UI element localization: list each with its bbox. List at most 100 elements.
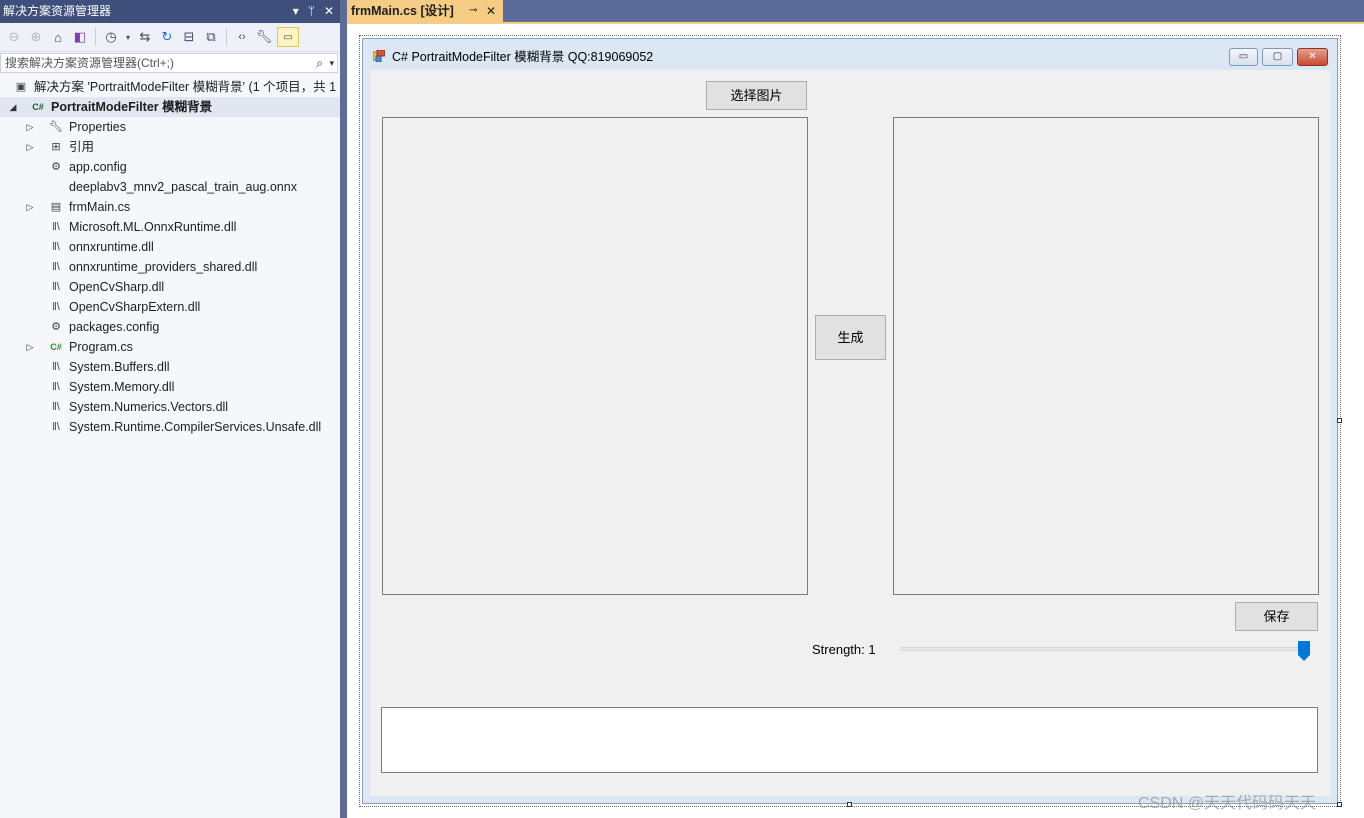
home-icon[interactable]: ⌂ (49, 27, 67, 47)
tree-item[interactable]: ‖\ onnxruntime.dll (0, 237, 340, 257)
tree-item[interactable]: ‖\ Microsoft.ML.OnnxRuntime.dll (0, 217, 340, 237)
form-icon: ▤ (50, 201, 62, 213)
strength-label: Strength: 1 (812, 642, 876, 657)
tree-item-label: onnxruntime.dll (69, 240, 154, 254)
tree-item-label: Properties (69, 120, 126, 134)
strength-slider-thumb[interactable] (1298, 641, 1310, 661)
library-icon: ‖\ (52, 301, 60, 313)
sync-icon[interactable]: ⇆ (136, 27, 154, 47)
csharp-file-icon: C# (50, 342, 62, 352)
csharp-project-icon: C# (32, 102, 44, 112)
form-title: C# PortraitModeFilter 模糊背景 QQ:819069052 (392, 50, 654, 64)
solution-explorer-title-bar: 解决方案资源管理器 ▾ ᛘ ✕ (0, 0, 340, 23)
refresh-icon[interactable]: ↻ (158, 27, 176, 47)
window-position-dropdown-icon[interactable]: ▾ (293, 0, 299, 23)
search-input[interactable]: 搜索解决方案资源管理器(Ctrl+;) ⌕ ▾ (0, 53, 338, 73)
tree-item[interactable]: ⚙ packages.config (0, 317, 340, 337)
tree-item-label: PortraitModeFilter 模糊背景 (51, 100, 213, 114)
tree-item-label: packages.config (69, 320, 160, 334)
close-icon[interactable]: ✕ (486, 0, 496, 22)
collapse-icon[interactable]: ⊟ (180, 27, 198, 47)
collapse-arrow-icon[interactable]: ◢ (8, 97, 18, 117)
expand-arrow-icon[interactable]: ▷ (25, 197, 35, 217)
history-icon[interactable]: ◷ (102, 27, 120, 47)
tree-item[interactable]: deeplabv3_mnv2_pascal_train_aug.onnx (0, 177, 340, 197)
tree-item-label: OpenCvSharpExtern.dll (69, 300, 201, 314)
tree-item[interactable]: ‖\ onnxruntime_providers_shared.dll (0, 257, 340, 277)
tree-item[interactable]: ◢ C# PortraitModeFilter 模糊背景 (0, 97, 340, 117)
tree-item[interactable]: ‖\ OpenCvSharpExtern.dll (0, 297, 340, 317)
toolbar-separator (226, 28, 227, 46)
vs-icon[interactable]: ◧ (71, 27, 89, 47)
chevron-down-icon[interactable]: ▾ (329, 54, 334, 72)
forward-icon[interactable]: ⊕ (27, 27, 45, 47)
source-picture-box (382, 117, 808, 595)
tree-item[interactable]: ▷ ⊞ 引用 (0, 137, 340, 157)
close-icon[interactable]: ✕ (324, 0, 334, 23)
solution-explorer-panel: 解决方案资源管理器 ▾ ᛘ ✕ ⊖ ⊕ ⌂ ◧ ◷ ▾ ⇆ ↻ ⊟ ⧉ ‹› 🔧… (0, 0, 340, 818)
tree-item[interactable]: ‖\ System.Runtime.CompilerServices.Unsafe… (0, 417, 340, 437)
expand-arrow-icon[interactable]: ▷ (25, 117, 35, 137)
close-button[interactable]: ✕ (1297, 48, 1328, 66)
tree-item[interactable]: ‖\ OpenCvSharp.dll (0, 277, 340, 297)
tree-item-label: deeplabv3_mnv2_pascal_train_aug.onnx (69, 180, 297, 194)
references-icon: ⊞ (51, 141, 61, 153)
search-icon[interactable]: ⌕ (316, 54, 323, 72)
tree-item[interactable]: ▣ 解决方案 'PortraitModeFilter 模糊背景' (1 个项目，共… (0, 77, 340, 97)
tree-item[interactable]: ‖\ System.Buffers.dll (0, 357, 340, 377)
tree-item[interactable]: ‖\ System.Memory.dll (0, 377, 340, 397)
strength-slider-track[interactable] (901, 647, 1309, 651)
resize-handle-bottom[interactable] (847, 802, 852, 807)
preview-icon[interactable]: ▭ (277, 27, 299, 47)
library-icon: ‖\ (52, 361, 60, 373)
tree-item-label: System.Memory.dll (69, 380, 175, 394)
library-icon: ‖\ (52, 241, 60, 253)
maximize-button[interactable]: ▢ (1262, 48, 1293, 66)
solution-explorer-title: 解决方案资源管理器 (3, 4, 112, 18)
config-icon: ⚙ (51, 321, 61, 333)
wrench-icon[interactable]: 🔧︎ (255, 27, 273, 47)
toolbar-separator (95, 28, 96, 46)
library-icon: ‖\ (52, 401, 60, 413)
copy-icon[interactable]: ⧉ (202, 27, 220, 47)
library-icon: ‖\ (52, 221, 60, 233)
tree-item[interactable]: ▷ 🔧︎ Properties (0, 117, 340, 137)
tree-item-label: System.Numerics.Vectors.dll (69, 400, 229, 414)
pin-icon[interactable]: ⊸ (469, 0, 477, 22)
config-icon: ⚙ (51, 161, 61, 173)
tab-frmmain-design[interactable]: frmMain.cs [设计] ⊸ ✕ (347, 0, 503, 22)
watermark-text: CSDN @天天代码码天天 (1138, 795, 1317, 812)
library-icon: ‖\ (52, 421, 60, 433)
pin-icon[interactable]: ᛘ (308, 0, 315, 23)
library-icon: ‖\ (52, 261, 60, 273)
tree-item[interactable]: ⚙ app.config (0, 157, 340, 177)
resize-handle-right[interactable] (1337, 418, 1342, 423)
tree-item[interactable]: ▷ C# Program.cs (0, 337, 340, 357)
solution-icon: ▣ (15, 81, 27, 93)
resize-handle-corner[interactable] (1337, 802, 1342, 807)
tree-item-label: Program.cs (69, 340, 133, 354)
tree-item[interactable]: ▷ ▤ frmMain.cs (0, 197, 340, 217)
minimize-button[interactable]: ▭ (1229, 48, 1258, 66)
tree-item-label: System.Runtime.CompilerServices.Unsafe.d… (69, 420, 322, 434)
tree-item-label: app.config (69, 160, 127, 174)
tree-item-label: frmMain.cs (69, 200, 131, 214)
expand-arrow-icon[interactable]: ▷ (25, 137, 35, 157)
dropdown-icon[interactable]: ▾ (124, 27, 132, 47)
form-app-icon (373, 50, 385, 62)
save-button[interactable]: 保存 (1235, 602, 1318, 631)
log-textbox[interactable] (381, 707, 1318, 773)
tree-item-label: Microsoft.ML.OnnxRuntime.dll (69, 220, 237, 234)
generate-button[interactable]: 生成 (815, 315, 886, 360)
select-image-button[interactable]: 选择图片 (706, 81, 807, 110)
solution-explorer-toolbar: ⊖ ⊕ ⌂ ◧ ◷ ▾ ⇆ ↻ ⊟ ⧉ ‹› 🔧︎ ▭ (0, 23, 340, 52)
tree-item-label: onnxruntime_providers_shared.dll (69, 260, 258, 274)
expand-arrow-icon[interactable]: ▷ (25, 337, 35, 357)
library-icon: ‖\ (52, 281, 60, 293)
library-icon: ‖\ (52, 381, 60, 393)
code-icon[interactable]: ‹› (233, 27, 251, 47)
tree-item[interactable]: ‖\ System.Numerics.Vectors.dll (0, 397, 340, 417)
back-icon[interactable]: ⊖ (5, 27, 23, 47)
wrench-icon: 🔧︎ (49, 121, 63, 133)
tree-item-label: 引用 (69, 140, 95, 154)
